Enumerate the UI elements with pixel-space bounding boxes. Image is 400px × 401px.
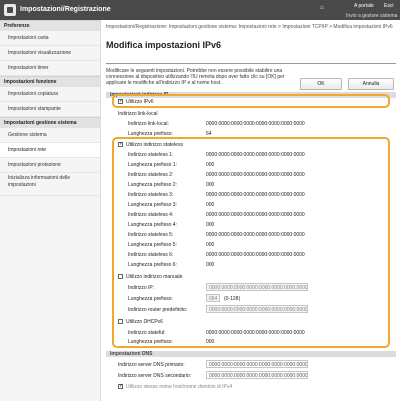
manual-router-label: Indirizzo router predefinito: [128, 307, 188, 313]
stateless-row-value: 0000:0000:0000:0000:0000:0000:0000:0000 [206, 212, 305, 218]
dns-secondary-label: Indirizzo server DNS secondario: [118, 373, 192, 379]
stateful-prefix-label: Lunghezza prefisso: [128, 339, 173, 345]
stateless-row-value: 0000:0000:0000:0000:0000:0000:0000:0000 [206, 192, 305, 198]
home-icon[interactable]: ⌂ [320, 5, 324, 11]
stateless-row-label: Lunghezza prefisso 6: [128, 262, 177, 268]
stateless-row-label: Indirizzo stateless 2: [128, 172, 174, 178]
sidebar-item-copy-settings[interactable]: Impostazioni copiatura [0, 87, 100, 102]
link-local-address-value: 0000:0000:0000:0000:0000:0000:0000:0000 [206, 121, 305, 127]
dns-primary-label: Indirizzo server DNS primario: [118, 362, 185, 368]
stateless-row-value: 0000:0000:0000:0000:0000:0000:0000:0000 [206, 172, 305, 178]
manual-router-input[interactable]: 0000:0000:0000:0000:0000:0000:0000:0000 [206, 305, 308, 313]
title-divider [106, 63, 396, 64]
app-header: Impostazioni/Registrazione ⌂ A portale E… [0, 0, 400, 20]
use-ipv6-label: Utilizzo IPv6 [126, 99, 154, 105]
stateless-row-label: Indirizzo stateless 3: [128, 192, 174, 198]
stateless-row-label: Lunghezza prefisso 2: [128, 182, 177, 188]
stateless-row-label: Lunghezza prefisso 3: [128, 202, 177, 208]
page-description: Modificare le seguenti impostazioni. Pot… [106, 68, 285, 86]
manual-prefix-range: (0-128) [224, 296, 241, 302]
manual-address-checkbox[interactable] [118, 274, 123, 279]
dns-same-host-label: Utilizzo stesso nome host/nome dominio d… [126, 384, 233, 390]
sidebar-section-function: Impostazioni funzione [0, 76, 100, 87]
manual-address-label: Utilizzo indirizzo manuale [126, 274, 183, 280]
stateful-address-value: 0000:0000:0000:0000:0000:0000:0000:0000 [206, 330, 305, 336]
breadcrumb: Impostazioni/Registrazione: Impostazioni… [106, 24, 393, 30]
sidebar-section-system-management: Impostazioni gestione sistema [0, 117, 100, 128]
sidebar-item-paper-settings[interactable]: Impostazioni carta [0, 31, 100, 46]
stateless-row-value: 000 [206, 262, 215, 268]
sidebar-item-initialize-settings[interactable]: Inizializza informazioni delle impostazi… [0, 173, 100, 196]
app-title: Impostazioni/Registrazione [20, 6, 111, 13]
ok-button[interactable]: OK [300, 78, 342, 90]
section-dns: Impostazioni DNS [106, 351, 396, 357]
stateless-row-value: 000 [206, 242, 215, 248]
sidebar-item-display-settings[interactable]: Impostazioni visualizzazione [0, 46, 100, 61]
main-content: Impostazioni/Registrazione: Impostazioni… [106, 24, 396, 390]
sidebar-item-timer-settings[interactable]: Impostazioni timer [0, 61, 100, 76]
stateless-checkbox[interactable] [118, 141, 123, 147]
stateless-row-value: 0000:0000:0000:0000:0000:0000:0000:0000 [206, 152, 305, 158]
stateless-row-label: Indirizzo stateless 4: [128, 212, 174, 218]
manual-prefix-input[interactable]: 064 [206, 294, 220, 302]
link-local-heading: Indirizzo link-local [118, 111, 158, 117]
manual-prefix-label: Lunghezza prefisso: [128, 296, 173, 302]
stateless-row-label: Lunghezza prefisso 4: [128, 222, 177, 228]
dns-secondary-input[interactable]: 0000:0000:0000:0000:0000:0000:0000:0000 [206, 371, 308, 379]
exit-link[interactable]: Esci [384, 3, 393, 9]
manual-ip-input[interactable]: 0000:0000:0000:0000:0000:0000:0000:0000 [206, 283, 308, 291]
stateless-row-value: 000 [206, 182, 215, 188]
stateless-row-value: 000 [206, 222, 215, 228]
portal-link[interactable]: A portale [354, 3, 374, 9]
sidebar-item-network-settings[interactable]: Impostazioni rete [0, 143, 100, 158]
app-logo-icon [4, 4, 16, 16]
use-ipv6-checkbox[interactable] [118, 98, 123, 104]
stateless-row-value: 000 [206, 162, 215, 168]
dhcpv6-checkbox[interactable] [118, 319, 123, 324]
stateless-row-label: Indirizzo stateless 1: [128, 152, 174, 158]
stateful-prefix-value: 000 [206, 339, 215, 345]
sidebar-item-security-settings[interactable]: Impostazioni protezione [0, 158, 100, 173]
sidebar: Preferenze Impostazioni carta Impostazio… [0, 20, 101, 401]
stateless-row-value: 000 [206, 202, 215, 208]
dns-same-host-checkbox[interactable] [118, 383, 123, 389]
stateless-row-value: 0000:0000:0000:0000:0000:0000:0000:0000 [206, 232, 305, 238]
dhcpv6-label: Utilizzo DHCPv6 [126, 319, 163, 325]
page-title: Modifica impostazioni IPv6 [106, 40, 222, 50]
stateless-row-label: Lunghezza prefisso 1: [128, 162, 177, 168]
link-local-address-label: Indirizzo link-local: [128, 121, 169, 127]
stateless-row-label: Indirizzo stateless 5: [128, 232, 174, 238]
stateless-row-label: Indirizzo stateless 6: [128, 252, 174, 258]
sidebar-item-printer-settings[interactable]: Impostazioni stampante [0, 102, 100, 117]
stateless-row-label: Lunghezza prefisso 5: [128, 242, 177, 248]
sidebar-item-system-management[interactable]: Gestione sistema [0, 128, 100, 143]
stateful-address-label: Indirizzo stateful: [128, 330, 166, 336]
send-to-admin-link[interactable]: Invio a gestore sistema [346, 13, 397, 19]
cancel-button[interactable]: Annulla [348, 78, 394, 90]
dns-primary-input[interactable]: 0000:0000:0000:0000:0000:0000:0000:0000 [206, 360, 308, 368]
stateless-row-value: 0000:0000:0000:0000:0000:0000:0000:0000 [206, 252, 305, 258]
stateless-label: Utilizzo indirizzo stateless [126, 142, 183, 148]
sidebar-section-preferences: Preferenze [0, 20, 100, 31]
manual-ip-label: Indirizzo IP: [128, 285, 155, 291]
